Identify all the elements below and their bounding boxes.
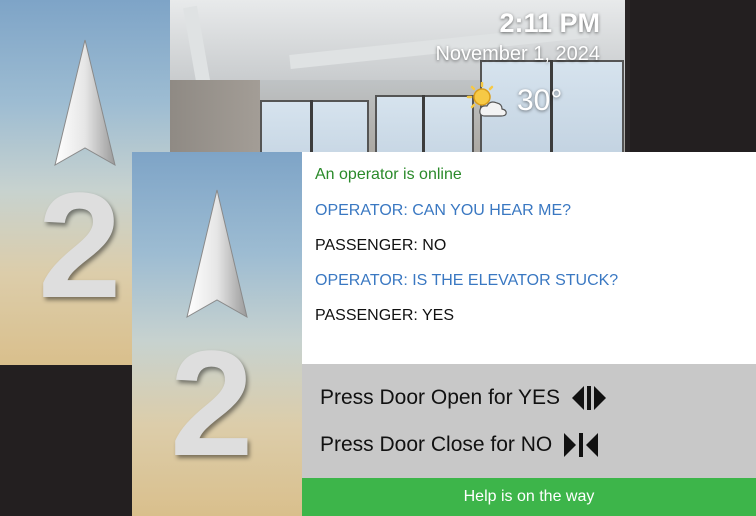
temperature: 30°: [517, 84, 563, 117]
operator-chat: An operator is online OPERATOR: CAN YOU …: [302, 152, 756, 364]
yes-prompt-label: Press Door Open for YES: [320, 386, 561, 409]
status-banner: Help is on the way: [302, 478, 756, 516]
door-close-icon: [564, 433, 599, 457]
no-prompt: Press Door Close for NO: [320, 433, 599, 457]
up-arrow-icon: [54, 39, 116, 167]
chat-message: OPERATOR: CAN YOU HEAR ME?: [315, 202, 572, 219]
floor-number: 2: [170, 319, 254, 487]
chat-message: PASSENGER: YES: [315, 307, 455, 324]
time-display: 2:11 PM: [499, 8, 600, 38]
up-arrow-icon: [186, 189, 248, 318]
partly-sunny-icon: [466, 82, 507, 117]
floor-panel: 2: [132, 152, 302, 516]
chat-message: PASSENGER: NO: [315, 237, 447, 254]
weather-widget: 30°: [465, 82, 562, 120]
clock: 2:11 PM November 1, 2024: [435, 8, 600, 66]
floor-number: 2: [38, 161, 122, 329]
door-open-icon: [572, 386, 607, 410]
chat-message: An operator is online: [315, 166, 462, 183]
no-prompt-label: Press Door Close for NO: [320, 433, 553, 456]
response-prompts: Press Door Open for YES Press Door Close…: [302, 364, 756, 478]
chat-message: OPERATOR: IS THE ELEVATOR STUCK?: [315, 272, 619, 289]
date-display: November 1, 2024: [435, 43, 600, 65]
yes-prompt: Press Door Open for YES: [320, 386, 607, 410]
foreground-elevator-display: 2 An operator is online OPERATOR: CAN YO…: [132, 152, 756, 516]
